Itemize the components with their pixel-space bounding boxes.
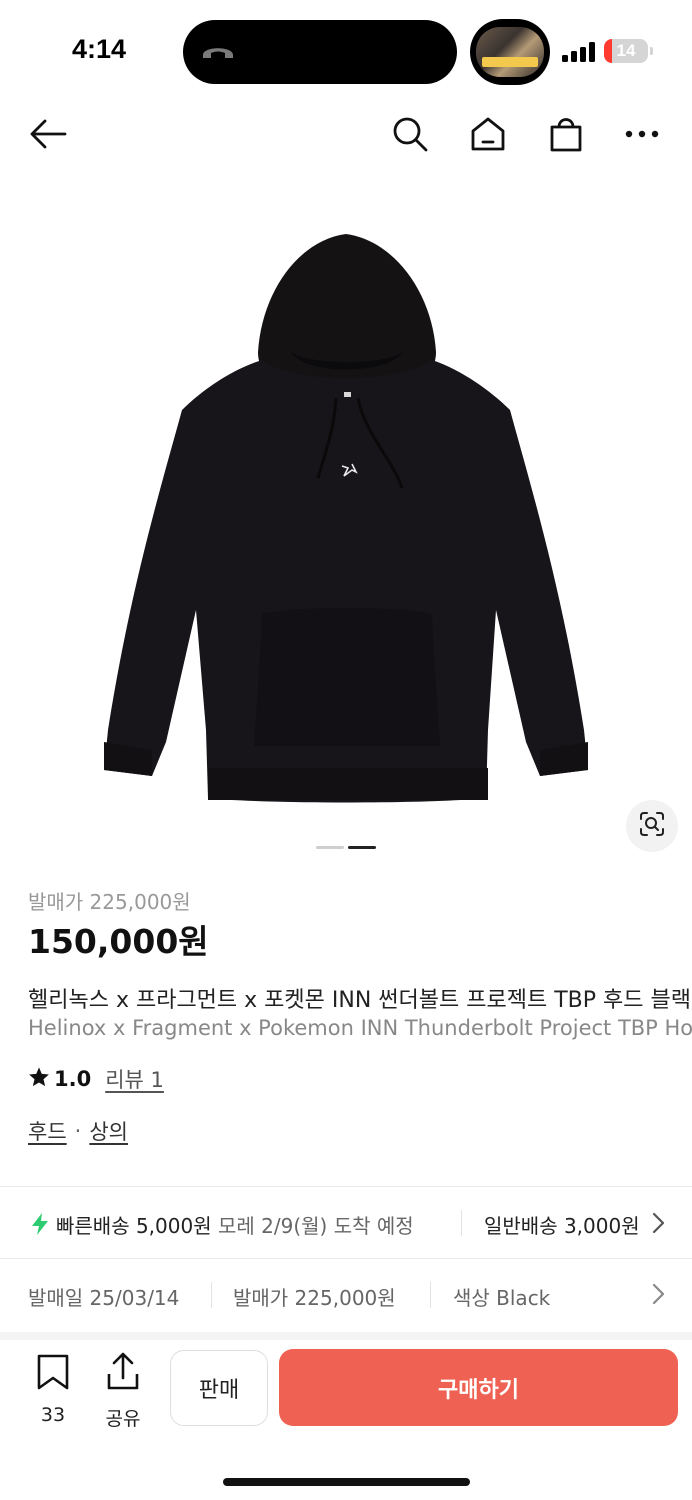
pip-video-frame <box>476 27 544 77</box>
save-button[interactable]: 33 <box>24 1352 82 1426</box>
category-link-hoodie[interactable]: 후드 <box>28 1116 67 1146</box>
divider <box>0 1258 692 1259</box>
battery-level: 14 <box>616 41 636 60</box>
lens-scan-icon <box>639 811 665 841</box>
share-icon <box>106 1352 140 1394</box>
battery-icon: 14 <box>604 39 648 63</box>
video-pip-thumbnail[interactable] <box>470 19 550 85</box>
category-breadcrumb: 후드 · 상의 <box>28 1116 128 1146</box>
current-price: 150,000원 <box>28 922 209 961</box>
bookmark-icon <box>37 1354 69 1394</box>
divider <box>211 1282 212 1308</box>
category-link-tops[interactable]: 상의 <box>89 1116 128 1146</box>
image-indicator-2 <box>348 846 376 849</box>
save-count: 33 <box>40 1404 66 1426</box>
product-title-ko: 헬리녹스 x 프라그먼트 x 포켓몬 INN 썬더볼트 프로젝트 TBP 후드 … <box>28 988 691 1013</box>
review-link[interactable]: 리뷰 1 <box>105 1064 164 1094</box>
home-icon[interactable] <box>468 114 508 154</box>
status-time: 4:14 <box>72 34 127 64</box>
section-shade <box>0 1332 692 1340</box>
home-indicator <box>223 1478 470 1486</box>
shopping-bag-icon[interactable] <box>546 114 586 154</box>
hoodie-image <box>104 234 588 803</box>
dynamic-island[interactable] <box>183 20 457 84</box>
fast-delivery-info: 빠른배송 5,000원 모레 2/9(월) 도착 예정 <box>56 1210 414 1239</box>
image-indicator-1 <box>316 846 344 849</box>
info-release-price: 발매가 225,000원 <box>233 1286 396 1310</box>
fast-delivery-label: 빠른배송 5,000원 <box>56 1214 212 1238</box>
product-info-row[interactable]: 발매일 25/03/14 발매가 225,000원 색상 Black <box>0 1260 692 1330</box>
divider <box>430 1282 431 1308</box>
phone-call-icon <box>199 42 237 66</box>
release-date: 발매일 25/03/14 <box>28 1286 180 1310</box>
share-label: 공유 <box>105 1408 141 1430</box>
color-info: 색상 Black <box>453 1286 551 1310</box>
status-bar: 4:14 14 <box>0 0 692 100</box>
bottom-action-bar: 33 공유 판매 구매하기 <box>0 1340 692 1440</box>
star-icon <box>28 1066 50 1092</box>
sell-button[interactable]: 판매 <box>170 1350 268 1426</box>
pip-caption-bar <box>482 57 538 67</box>
delivery-options-row[interactable]: 빠른배송 5,000원 모레 2/9(월) 도착 예정 일반배송 3,000원 <box>0 1190 692 1256</box>
divider <box>461 1210 462 1236</box>
share-button[interactable]: 공유 <box>94 1352 152 1430</box>
product-title-en: Helinox x Fragment x Pokemon INN Thunder… <box>28 1016 692 1040</box>
lightning-bolt-icon <box>30 1212 50 1240</box>
image-search-lens-button[interactable] <box>626 800 678 852</box>
back-arrow-icon[interactable] <box>28 114 68 154</box>
divider <box>0 1186 692 1187</box>
top-nav <box>0 108 692 160</box>
search-icon[interactable] <box>390 114 430 154</box>
battery-tip <box>650 47 653 55</box>
more-icon[interactable] <box>622 114 662 154</box>
cellular-signal-icon <box>562 42 596 66</box>
product-image[interactable] <box>0 170 692 830</box>
rating-score: 1.0 <box>54 1067 92 1091</box>
chevron-right-icon <box>648 1282 668 1306</box>
rating-row: 1.0 리뷰 1 <box>28 1064 164 1094</box>
release-price-label: 발매가 225,000원 <box>28 890 191 914</box>
category-separator: · <box>74 1119 82 1143</box>
chevron-right-icon <box>648 1211 668 1235</box>
normal-delivery-label: 일반배송 3,000원 <box>484 1214 640 1238</box>
fast-delivery-eta: 모레 2/9(월) 도착 예정 <box>217 1214 414 1238</box>
buy-button[interactable]: 구매하기 <box>279 1349 678 1426</box>
